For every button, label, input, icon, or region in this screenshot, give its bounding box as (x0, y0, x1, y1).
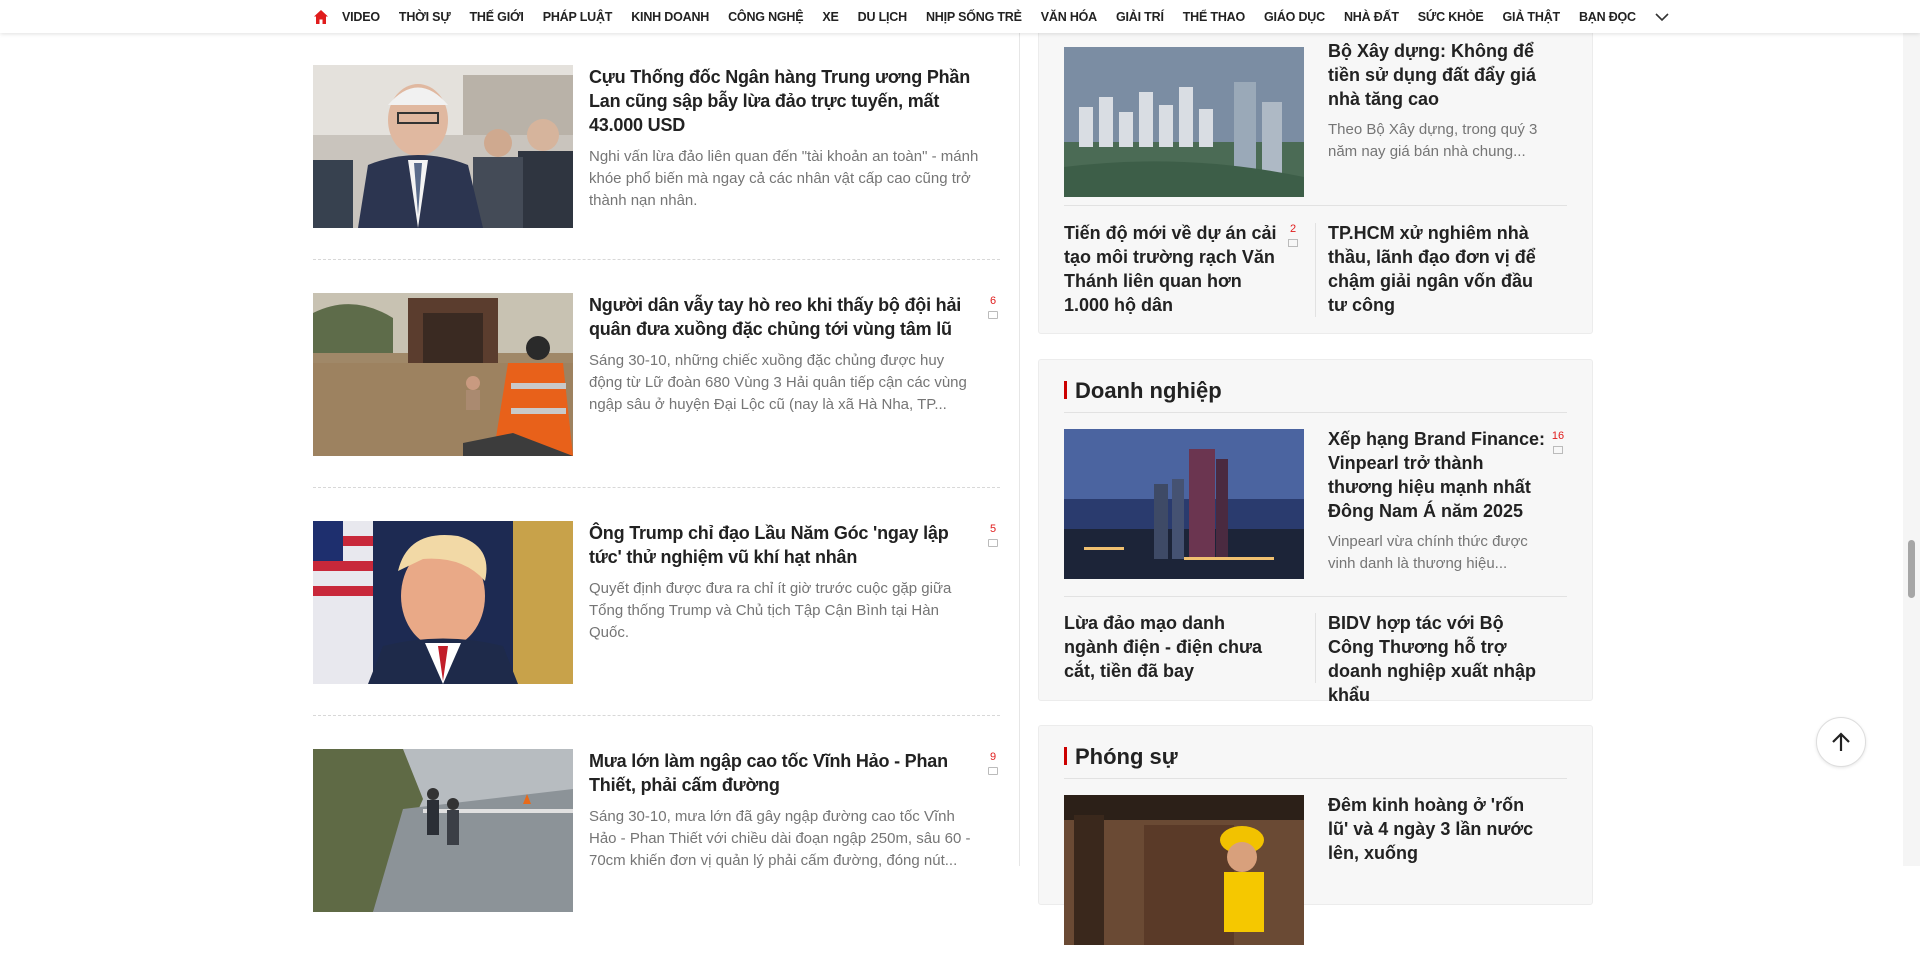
section-heading[interactable]: Doanh nghiệp (1064, 378, 1222, 404)
lead-title[interactable]: Bộ Xây dựng: Không để tiền sử dụng đất đ… (1328, 39, 1548, 111)
scrollbar[interactable] (1903, 0, 1920, 866)
article-title[interactable]: Mưa lớn làm ngập cao tốc Vĩnh Hảo - Phan… (589, 749, 981, 797)
article-description: Quyết định được đưa ra chỉ ít giờ trước … (589, 580, 952, 641)
nav-item[interactable]: GIẢI TRÍ (1116, 10, 1164, 24)
comment-icon (988, 311, 998, 319)
divider (313, 715, 1000, 716)
nav-item[interactable]: GIÁO DỤC (1264, 10, 1325, 24)
article-title[interactable]: Ông Trump chỉ đạo Lầu Năm Góc 'ngay lập … (589, 521, 981, 569)
divider (1064, 205, 1567, 206)
lead-description: Theo Bộ Xây dựng, trong quý 3 năm nay gi… (1328, 121, 1538, 160)
lead-description: Vinpearl vừa chính thức được vinh danh l… (1328, 533, 1528, 572)
nav-item[interactable]: KINH DOANH (631, 10, 709, 24)
divider (1064, 596, 1567, 597)
scrollbar-thumb[interactable] (1908, 540, 1915, 598)
sub-article-right[interactable]: TP.HCM xử nghiêm nhà thầu, lãnh đạo đơn … (1328, 221, 1548, 317)
nav-item[interactable]: XE (822, 10, 838, 24)
article-title[interactable]: Người dân vẫy tay hò reo khi thấy bộ đội… (589, 293, 981, 341)
top-navigation: VIDEO THỜI SỰ THẾ GIỚI PHÁP LUẬT KINH DOANH C… (0, 0, 1920, 33)
comment-icon (1553, 446, 1563, 454)
comment-icon (988, 767, 998, 775)
comment-count[interactable]: 9 (986, 751, 1000, 775)
divider (1315, 223, 1316, 317)
article-thumbnail[interactable] (313, 521, 573, 684)
comment-count[interactable]: 6 (986, 295, 1000, 319)
article-thumbnail[interactable] (313, 749, 573, 912)
section-heading[interactable]: Phóng sự (1064, 744, 1178, 770)
comment-count[interactable]: 2 (1286, 223, 1300, 247)
nav-item[interactable]: SỨC KHỎE (1418, 10, 1484, 24)
arrow-up-icon (1832, 732, 1850, 751)
nav-item[interactable]: THỂ THAO (1183, 10, 1245, 24)
nav-item[interactable]: DU LỊCH (858, 10, 907, 24)
lead-title[interactable]: Đêm kinh hoàng ở 'rốn lũ' và 4 ngày 3 lầ… (1328, 793, 1548, 865)
nav-item[interactable]: NHÀ ĐẤT (1344, 10, 1399, 24)
home-icon[interactable] (313, 9, 329, 25)
article-description: Sáng 30-10, mưa lớn đã gây ngập đường ca… (589, 808, 971, 869)
nav-item[interactable]: NHỊP SỐNG TRẺ (926, 10, 1022, 24)
article-description: Sáng 30-10, những chiếc xuồng đặc chủng … (589, 352, 967, 413)
article-item[interactable]: Người dân vẫy tay hò reo khi thấy bộ đội… (313, 293, 1000, 521)
category-box-doanh-nghiep: Doanh nghiệp Xếp hạng Brand Finance: Vin… (1038, 359, 1593, 705)
divider (1064, 412, 1567, 413)
comment-count[interactable]: 5 (986, 523, 1000, 547)
article-item[interactable]: Mưa lớn làm ngập cao tốc Vĩnh Hảo - Phan… (313, 749, 1000, 977)
lead-image[interactable] (1064, 429, 1304, 579)
lead-title[interactable]: Xếp hạng Brand Finance: Vinpearl trở thà… (1328, 427, 1548, 523)
article-description: Nghi vấn lừa đảo liên quan đến "tài khoả… (589, 148, 979, 209)
sub-article-left[interactable]: Tiến độ mới về dự án cải tạo môi trường … (1064, 221, 1279, 317)
divider (313, 259, 1000, 260)
comment-icon (1288, 239, 1298, 247)
comment-icon (988, 539, 998, 547)
article-item[interactable]: Ông Trump chỉ đạo Lầu Năm Góc 'ngay lập … (313, 521, 1000, 749)
article-thumbnail[interactable] (313, 293, 573, 456)
article-title[interactable]: Cựu Thống đốc Ngân hàng Trung ương Phần … (589, 65, 981, 137)
nav-item[interactable]: CÔNG NGHỆ (728, 10, 803, 24)
nav-item[interactable]: THỜI SỰ (399, 10, 451, 24)
category-box-nha-dat: Bộ Xây dựng: Không để tiền sử dụng đất đ… (1038, 0, 1593, 334)
nav-item[interactable]: THẾ GIỚI (470, 10, 524, 24)
divider (1315, 613, 1316, 683)
divider (313, 487, 1000, 488)
nav-item[interactable]: GIẢ THẬT (1503, 10, 1561, 24)
nav-item[interactable]: VIDEO (342, 10, 380, 24)
article-item[interactable]: Cựu Thống đốc Ngân hàng Trung ương Phần … (313, 65, 1000, 293)
nav-item[interactable]: VĂN HÓA (1041, 10, 1097, 24)
category-box-phong-su: Phóng sự Đêm kinh hoàng ở 'rốn lũ' và 4 … (1038, 725, 1593, 945)
back-to-top-button[interactable] (1816, 717, 1866, 767)
nav-item[interactable]: PHÁP LUẬT (543, 10, 613, 24)
divider (1064, 778, 1567, 779)
nav-item[interactable]: BẠN ĐỌC (1579, 10, 1636, 24)
lead-image[interactable] (1064, 47, 1304, 197)
article-thumbnail[interactable] (313, 65, 573, 228)
sub-article-left[interactable]: Lừa đảo mạo danh ngành điện - điện chưa … (1064, 611, 1284, 683)
column-separator (1019, 33, 1020, 866)
comment-count[interactable]: 16 (1551, 430, 1565, 454)
sub-article-right[interactable]: BIDV hợp tác với Bộ Công Thương hỗ trợ d… (1328, 611, 1548, 707)
chevron-down-icon[interactable] (1655, 10, 1669, 24)
lead-image[interactable] (1064, 795, 1304, 945)
